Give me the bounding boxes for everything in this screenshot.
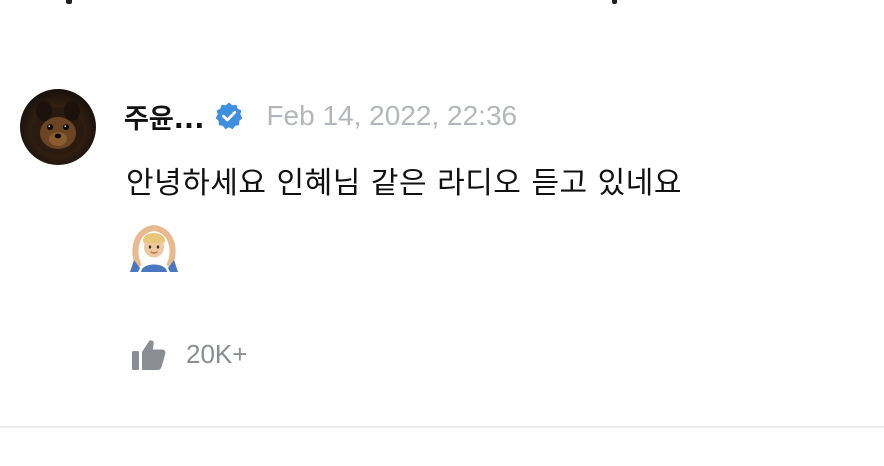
avatar[interactable] <box>20 89 96 165</box>
username[interactable]: 주윤... <box>124 97 204 136</box>
verified-badge-icon <box>214 101 244 131</box>
previous-item-fragment <box>66 0 72 4</box>
previous-item-fragment <box>612 0 617 4</box>
comment-page: 주윤... Feb 14, 2022, 22:36 안녕하세요 인혜님 같은 라… <box>0 0 884 466</box>
like-row: 20K+ <box>130 334 247 374</box>
like-count: 20K+ <box>186 338 248 369</box>
comment-text: 안녕하세요 인혜님 같은 라디오 듣고 있네요 <box>126 166 682 201</box>
comment-header: 주윤... Feb 14, 2022, 22:36 <box>124 96 517 136</box>
person-gesturing-ok-emoji <box>128 220 180 272</box>
dog-avatar-image <box>32 101 84 155</box>
thumbs-up-icon[interactable] <box>130 335 168 373</box>
divider <box>0 426 884 428</box>
timestamp: Feb 14, 2022, 22:36 <box>266 100 518 131</box>
